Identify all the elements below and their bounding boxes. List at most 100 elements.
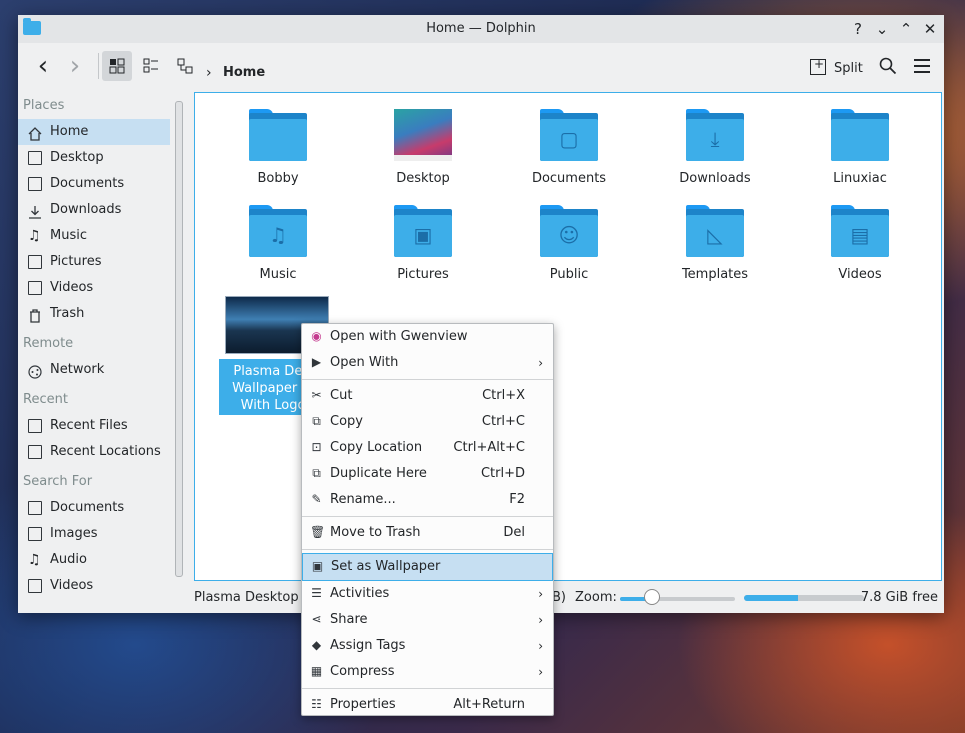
sidebar-item-recent-files[interactable]: Recent Files (18, 413, 170, 439)
sidebar-item-search-audio[interactable]: ♫ Audio (18, 547, 170, 573)
file-label: Bobby (257, 171, 299, 186)
split-label: Split (834, 61, 863, 76)
search-for-heading: Search For (23, 474, 93, 489)
menu-item-shortcut: F2 (509, 492, 525, 507)
menu-item-label: Open with Gwenview (330, 329, 468, 344)
menu-item-label: Activities (330, 586, 390, 601)
sidebar-item-documents[interactable]: Documents (18, 171, 170, 197)
menu-item-activities[interactable]: ☰ Activities › (302, 581, 553, 607)
folder-icon (831, 109, 889, 161)
menu-item-duplicate-here[interactable]: ⧉ Duplicate Here Ctrl+D (302, 461, 553, 487)
menu-item-rename[interactable]: ✎ Rename... F2 (302, 487, 553, 513)
hamburger-menu-icon (914, 59, 930, 73)
status-text-tail: B) (552, 590, 566, 605)
music-icon: ♫ (28, 228, 41, 244)
close-button[interactable]: ✕ (920, 19, 940, 39)
music-icon: ♫ (28, 552, 41, 568)
file-label: Linuxiac (833, 171, 887, 186)
sidebar-scrollbar[interactable] (175, 101, 183, 577)
zoom-slider-handle[interactable] (644, 589, 660, 605)
sidebar-item-search-videos[interactable]: Videos (18, 573, 170, 599)
file-item-documents[interactable]: ▢ Documents (509, 109, 629, 186)
menu-item-move-to-trash[interactable]: 🗑 Move to Trash Del (302, 520, 553, 546)
breadcrumb-home[interactable]: Home (223, 65, 265, 80)
sidebar-item-downloads[interactable]: Downloads (18, 197, 170, 223)
recent-heading: Recent (23, 392, 68, 407)
folder-music-icon: ♫ (249, 205, 307, 257)
submenu-chevron-icon: › (538, 356, 543, 370)
file-item-music[interactable]: ♫ Music (218, 205, 338, 282)
icons-view-button[interactable] (102, 51, 132, 81)
sidebar-item-label: Network (50, 362, 105, 377)
menu-item-label: Copy Location (330, 440, 423, 455)
sidebar-item-label: Audio (50, 552, 87, 567)
maximize-button[interactable]: ⌃ (896, 19, 916, 39)
help-button[interactable]: ? (848, 19, 868, 39)
details-view-button[interactable] (170, 51, 200, 81)
sidebar-item-label: Images (50, 526, 98, 541)
film-icon (28, 579, 42, 593)
menu-item-compress[interactable]: ▦ Compress › (302, 659, 553, 685)
sidebar-item-recent-locations[interactable]: Recent Locations (18, 439, 170, 465)
menu-item-cut[interactable]: ✂ Cut Ctrl+X (302, 383, 553, 409)
file-label: Documents (531, 171, 607, 186)
menu-separator (302, 688, 553, 689)
minimize-button[interactable]: ⌄ (872, 19, 892, 39)
sidebar-item-music[interactable]: ♫ Music (18, 223, 170, 249)
toolbar-separator (98, 53, 99, 79)
menu-item-set-as-wallpaper[interactable]: ▣ Set as Wallpaper (302, 553, 553, 581)
copy-icon: ⧉ (312, 414, 321, 428)
sidebar-item-network[interactable]: Network (18, 357, 170, 383)
search-button[interactable] (876, 51, 900, 81)
sidebar-item-videos[interactable]: Videos (18, 275, 170, 301)
download-icon (28, 203, 42, 219)
menu-button[interactable] (910, 51, 934, 81)
forward-button[interactable]: › (62, 51, 88, 81)
file-item-desktop[interactable]: Desktop (363, 109, 483, 186)
menu-item-copy-location[interactable]: ⊡ Copy Location Ctrl+Alt+C (302, 435, 553, 461)
file-item-linuxiac[interactable]: Linuxiac (800, 109, 920, 186)
search-icon (879, 57, 897, 75)
trash-icon (28, 307, 42, 323)
assign-tags-icon: ◆ (311, 638, 322, 652)
title-bar[interactable]: Home — Dolphin ? ⌄ ⌃ ✕ (18, 15, 944, 43)
menu-item-shortcut: Ctrl+Alt+C (453, 440, 525, 455)
file-item-videos[interactable]: ▤ Videos (800, 205, 920, 282)
menu-separator (302, 549, 553, 550)
menu-item-open-with-gwenview[interactable]: ◉ Open with Gwenview (302, 324, 553, 350)
menu-item-copy[interactable]: ⧉ Copy Ctrl+C (302, 409, 553, 435)
back-button[interactable]: ‹ (30, 51, 56, 81)
sidebar-item-label: Desktop (50, 150, 104, 165)
free-space-label: 7.8 GiB free (860, 590, 938, 605)
menu-item-shortcut: Ctrl+X (482, 388, 525, 403)
file-label: Music (259, 267, 297, 282)
sidebar-item-pictures[interactable]: Pictures (18, 249, 170, 275)
menu-item-share[interactable]: ⋖ Share › (302, 607, 553, 633)
compact-view-button[interactable] (136, 51, 166, 81)
file-item-pictures[interactable]: ▣ Pictures (363, 205, 483, 282)
menu-item-properties[interactable]: ☷ Properties Alt+Return (302, 692, 553, 718)
folder-videos-icon: ▤ (831, 205, 889, 257)
sidebar-item-search-documents[interactable]: Documents (18, 495, 170, 521)
menu-item-label: Cut (330, 388, 353, 403)
rename-icon: ✎ (311, 492, 322, 506)
recent-locations-icon (28, 445, 42, 459)
sidebar-item-search-images[interactable]: Images (18, 521, 170, 547)
file-item-downloads[interactable]: ⤓ Downloads (655, 109, 775, 186)
file-item-bobby[interactable]: Bobby (218, 109, 338, 186)
sidebar-item-trash[interactable]: Trash (18, 301, 170, 327)
file-label: Desktop (396, 171, 450, 186)
folder-downloads-icon: ⤓ (686, 109, 744, 161)
sidebar-item-home[interactable]: Home (18, 119, 170, 145)
sidebar-item-label: Documents (50, 176, 125, 191)
network-icon (28, 363, 42, 379)
sidebar-item-desktop[interactable]: Desktop (18, 145, 170, 171)
menu-item-assign-tags[interactable]: ◆ Assign Tags › (302, 633, 553, 659)
file-item-public[interactable]: ☺ Public (509, 205, 629, 282)
main-toolbar: ‹ › › Home Split (18, 43, 944, 89)
file-label: Pictures (397, 267, 449, 282)
split-button[interactable]: Split (810, 57, 863, 76)
menu-item-open-with[interactable]: ▶ Open With › (302, 350, 553, 376)
file-item-templates[interactable]: ◺ Templates (655, 205, 775, 282)
sidebar-item-label: Music (50, 228, 87, 243)
